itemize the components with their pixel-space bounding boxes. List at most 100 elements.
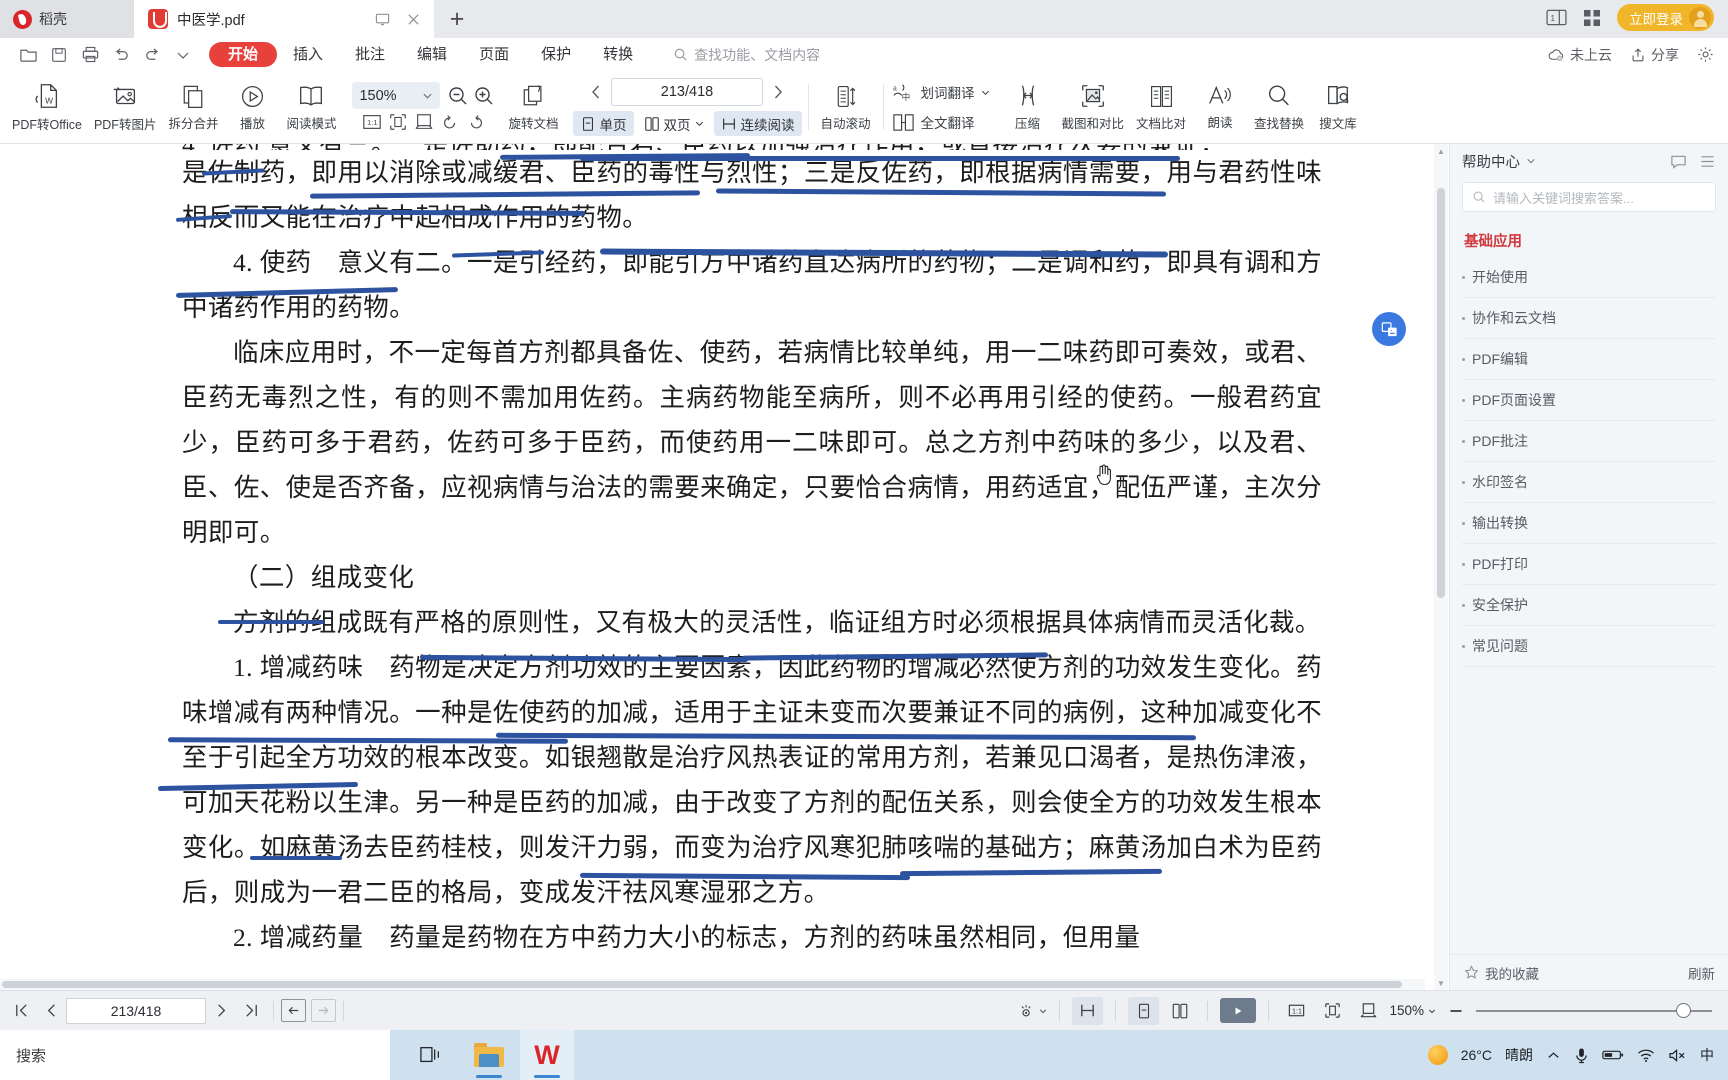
vertical-scroll-thumb[interactable] — [1437, 188, 1445, 598]
login-button[interactable]: 立即登录 — [1617, 4, 1714, 31]
help-refresh-label[interactable]: 刷新 — [1688, 963, 1715, 983]
volume-button[interactable] — [1668, 1048, 1687, 1063]
help-item-faq[interactable]: 常见问题 — [1462, 626, 1716, 667]
zoom-out-button[interactable] — [1441, 996, 1471, 1026]
wps-office-button[interactable]: W — [520, 1030, 574, 1080]
presentation-button[interactable] — [1220, 998, 1257, 1023]
word-translate-button[interactable]: a中 划词翻译 — [892, 81, 990, 104]
double-page-button[interactable] — [1164, 997, 1195, 1025]
fit-whole-page-button[interactable] — [1317, 997, 1348, 1025]
tab-page[interactable]: 页面 — [463, 42, 525, 67]
find-replace-button[interactable]: 查找替换 — [1248, 72, 1310, 142]
prev-page-button[interactable] — [36, 996, 66, 1026]
help-item-pdf-comment[interactable]: PDF批注 — [1462, 421, 1716, 462]
page-number-input[interactable]: 213/418 — [611, 78, 763, 106]
read-aloud-button[interactable]: 朗读 — [1192, 72, 1248, 142]
help-item-pdf-page-settings[interactable]: PDF页面设置 — [1462, 380, 1716, 421]
task-view-button[interactable] — [404, 1030, 458, 1080]
document-vertical-scrollbar[interactable]: ▲ ▼ — [1434, 144, 1448, 990]
screenshot-compare-button[interactable]: 截图和对比 — [1056, 72, 1131, 142]
tray-expand-button[interactable] — [1546, 1048, 1561, 1063]
microphone-button[interactable] — [1574, 1047, 1589, 1064]
undo-icon[interactable] — [107, 42, 135, 68]
chip-continuous-read[interactable]: 连续阅读 — [713, 111, 802, 136]
tab-protect[interactable]: 保护 — [525, 42, 587, 67]
share-button[interactable]: 分享 — [1630, 45, 1679, 65]
chip-single-page[interactable]: 单页 — [572, 111, 634, 136]
tab-insert[interactable]: 插入 — [277, 42, 339, 67]
print-icon[interactable] — [76, 42, 104, 68]
fit-width-button[interactable] — [1353, 997, 1384, 1025]
last-page-button[interactable] — [236, 996, 266, 1026]
new-tab-button[interactable]: + — [434, 0, 480, 38]
rotate-left-icon[interactable] — [440, 112, 460, 132]
prev-page-button[interactable] — [587, 83, 605, 101]
open-file-icon[interactable] — [14, 42, 42, 68]
single-page-button[interactable] — [1128, 996, 1160, 1025]
screen-cast-icon[interactable] — [371, 8, 393, 30]
zoom-out-button[interactable] — [446, 84, 470, 108]
scroll-down-arrow[interactable]: ▼ — [1434, 976, 1448, 990]
tab-convert[interactable]: 转换 — [587, 42, 649, 67]
app-grid-icon[interactable] — [1583, 9, 1601, 27]
home-tab[interactable]: 稻壳 — [0, 0, 134, 38]
close-panel-icon[interactable] — [1699, 153, 1716, 170]
quick-access-more-icon[interactable] — [169, 42, 197, 68]
feedback-icon[interactable] — [1670, 153, 1687, 170]
taskbar-search[interactable]: 搜索 — [0, 1030, 390, 1080]
pdf-to-office-button[interactable]: W PDF转Office — [6, 72, 88, 142]
help-search-input[interactable]: 请输入关键词搜索答案... — [1462, 182, 1716, 212]
first-page-button[interactable] — [6, 996, 36, 1026]
rotate-doc-button[interactable]: 旋转文档 — [502, 72, 564, 142]
compress-button[interactable]: 压缩 — [1000, 72, 1056, 142]
help-item-start-using[interactable]: 开始使用 — [1462, 257, 1716, 298]
status-page-input[interactable]: 213/418 — [66, 997, 206, 1024]
chevron-down-icon[interactable] — [1526, 156, 1536, 166]
zoom-select[interactable]: 150% — [352, 82, 441, 109]
zoom-in-button[interactable] — [472, 84, 496, 108]
tab-comment[interactable]: 批注 — [339, 42, 401, 67]
fit-width-icon[interactable] — [414, 112, 434, 132]
ime-indicator[interactable]: 中 — [1700, 1045, 1714, 1065]
ribbon-search[interactable]: 查找功能、文档内容 — [673, 45, 820, 65]
chip-double-page[interactable]: 双页 — [637, 111, 711, 136]
horizontal-scrollbar[interactable] — [0, 979, 1425, 990]
read-mode-button[interactable]: 阅读模式 — [280, 72, 342, 142]
split-screen-icon[interactable]: 1 — [1546, 9, 1567, 26]
close-tab-icon[interactable] — [402, 8, 424, 30]
nav-back-button[interactable] — [281, 999, 306, 1022]
redo-icon[interactable] — [138, 42, 166, 68]
help-item-pdf-edit[interactable]: PDF编辑 — [1462, 339, 1716, 380]
zoom-slider-knob[interactable] — [1676, 1003, 1691, 1018]
help-item-watermark-sign[interactable]: 水印签名 — [1462, 462, 1716, 503]
wifi-button[interactable] — [1637, 1048, 1655, 1063]
battery-button[interactable] — [1602, 1048, 1624, 1062]
help-item-export-convert[interactable]: 输出转换 — [1462, 503, 1716, 544]
actual-size-icon[interactable]: 1:1 — [362, 112, 382, 132]
auto-scroll-button[interactable]: 自动滚动 — [815, 72, 877, 142]
next-page-button[interactable] — [769, 83, 787, 101]
scroll-up-arrow[interactable]: ▲ — [1434, 144, 1448, 158]
save-icon[interactable] — [45, 42, 73, 68]
actual-size-button[interactable]: 1:1 — [1281, 997, 1312, 1025]
help-item-collab-cloud[interactable]: 协作和云文档 — [1462, 298, 1716, 339]
tab-start[interactable]: 开始 — [209, 42, 278, 67]
fit-page-icon[interactable] — [388, 112, 408, 132]
settings-button[interactable] — [1697, 46, 1714, 63]
full-translate-button[interactable]: 全文翻译 — [892, 111, 990, 134]
continuous-read-button[interactable] — [1072, 996, 1104, 1025]
tab-edit[interactable]: 编辑 — [401, 42, 463, 67]
zoom-slider[interactable] — [1476, 1003, 1712, 1019]
doc-compare-button[interactable]: 文档比对 — [1130, 72, 1192, 142]
horizontal-scroll-thumb[interactable] — [2, 981, 1402, 988]
split-merge-button[interactable]: 拆分合并 — [162, 72, 224, 142]
play-button[interactable]: 播放 — [224, 72, 280, 142]
nav-forward-button[interactable] — [311, 999, 336, 1022]
floating-translate-button[interactable] — [1372, 312, 1406, 346]
next-page-button[interactable] — [206, 996, 236, 1026]
document-tab[interactable]: 中医学.pdf — [134, 0, 434, 38]
status-zoom-level[interactable]: 150% — [1389, 1003, 1436, 1018]
view-mode-button[interactable] — [1016, 997, 1047, 1025]
help-favorite-label[interactable]: 我的收藏 — [1485, 963, 1539, 983]
rotate-right-icon[interactable] — [466, 112, 486, 132]
